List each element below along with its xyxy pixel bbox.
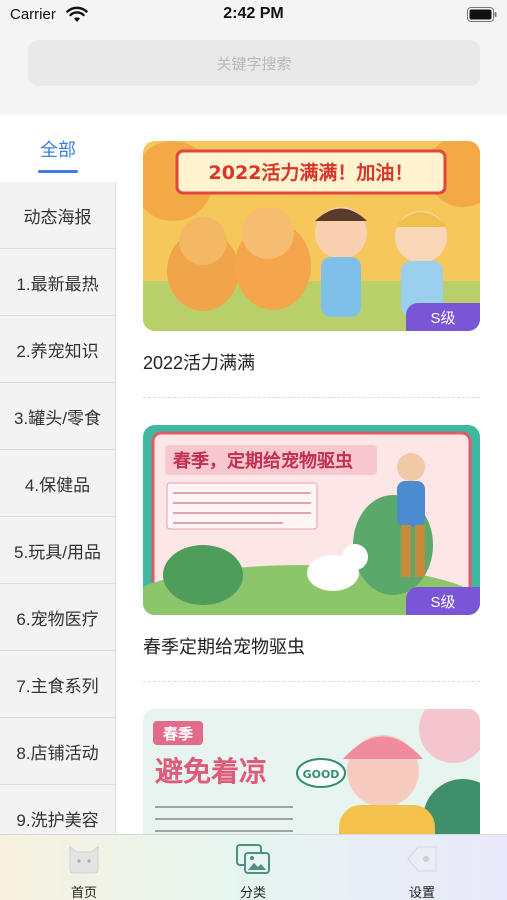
poster-list: 2022活力满满！加油！ S级 2022活力满满 春季，定期给宠物驱虫 S级 春…: [116, 114, 507, 834]
tab-label: 分类: [239, 885, 266, 900]
gallery-icon: [236, 844, 270, 874]
selected-indicator: [38, 170, 78, 173]
poster-card[interactable]: 春季，定期给宠物驱虫 S级 春季定期给宠物驱虫: [143, 425, 480, 657]
search-input[interactable]: 关键字搜索: [28, 40, 480, 86]
sidebar-item[interactable]: 1.最新最热: [0, 249, 116, 316]
poster-tag-text: 春季: [163, 725, 193, 743]
poster-image: 春季 避免着凉 GOOD: [143, 709, 480, 834]
cat-face-icon: [69, 846, 99, 874]
tab-settings[interactable]: 设置: [362, 835, 482, 900]
search-area: 关键字搜索: [0, 32, 507, 114]
poster-card[interactable]: 春季 避免着凉 GOOD: [143, 709, 480, 834]
sidebar-item[interactable]: 3.罐头/零食: [0, 383, 116, 450]
tab-home[interactable]: 首页: [24, 835, 144, 900]
poster-image: 春季，定期给宠物驱虫 S级: [143, 425, 480, 615]
battery-icon: [467, 7, 497, 22]
tab-bar: 首页 分类 设置: [0, 834, 507, 900]
poster-bubble-text: GOOD: [303, 768, 340, 781]
poster-title: 2022活力满满: [143, 353, 256, 373]
poster-card[interactable]: 2022活力满满！加油！ S级 2022活力满满: [143, 141, 480, 373]
poster-image: 2022活力满满！加油！ S级: [143, 141, 480, 331]
status-bar: Carrier 2:42 PM: [0, 0, 507, 32]
poster-title: 春季定期给宠物驱虫: [143, 637, 305, 657]
sidebar-item[interactable]: 动态海报: [0, 182, 116, 249]
tab-label: 设置: [408, 885, 435, 900]
grade-badge: S级: [406, 303, 480, 331]
poster-banner-text: 避免着凉: [155, 755, 267, 788]
settings-icon: [407, 846, 437, 872]
poster-banner-text: 2022活力满满！加油！: [209, 161, 414, 184]
sidebar-item-label: 全部: [40, 140, 76, 160]
sidebar-item[interactable]: 8.店铺活动: [0, 718, 116, 785]
divider: [143, 681, 480, 682]
sidebar-item[interactable]: 7.主食系列: [0, 651, 116, 718]
sidebar-list: 动态海报 1.最新最热 2.养宠知识 3.罐头/零食 4.保健品 5.玩具/用品…: [0, 182, 116, 852]
status-time: 2:42 PM: [223, 5, 284, 22]
sidebar-item[interactable]: 4.保健品: [0, 450, 116, 517]
sidebar-item[interactable]: 5.玩具/用品: [0, 517, 116, 584]
tab-label: 首页: [70, 885, 97, 900]
category-sidebar: 全部 动态海报 1.最新最热 2.养宠知识 3.罐头/零食 4.保健品 5.玩具…: [0, 114, 116, 852]
divider: [143, 397, 480, 398]
sidebar-item[interactable]: 2.养宠知识: [0, 316, 116, 383]
sidebar-item-all[interactable]: 全部: [0, 114, 116, 182]
sidebar-item[interactable]: 6.宠物医疗: [0, 584, 116, 651]
grade-badge: S级: [406, 587, 480, 615]
poster-banner-text: 春季，定期给宠物驱虫: [173, 450, 353, 472]
tab-category[interactable]: 分类: [193, 835, 313, 900]
